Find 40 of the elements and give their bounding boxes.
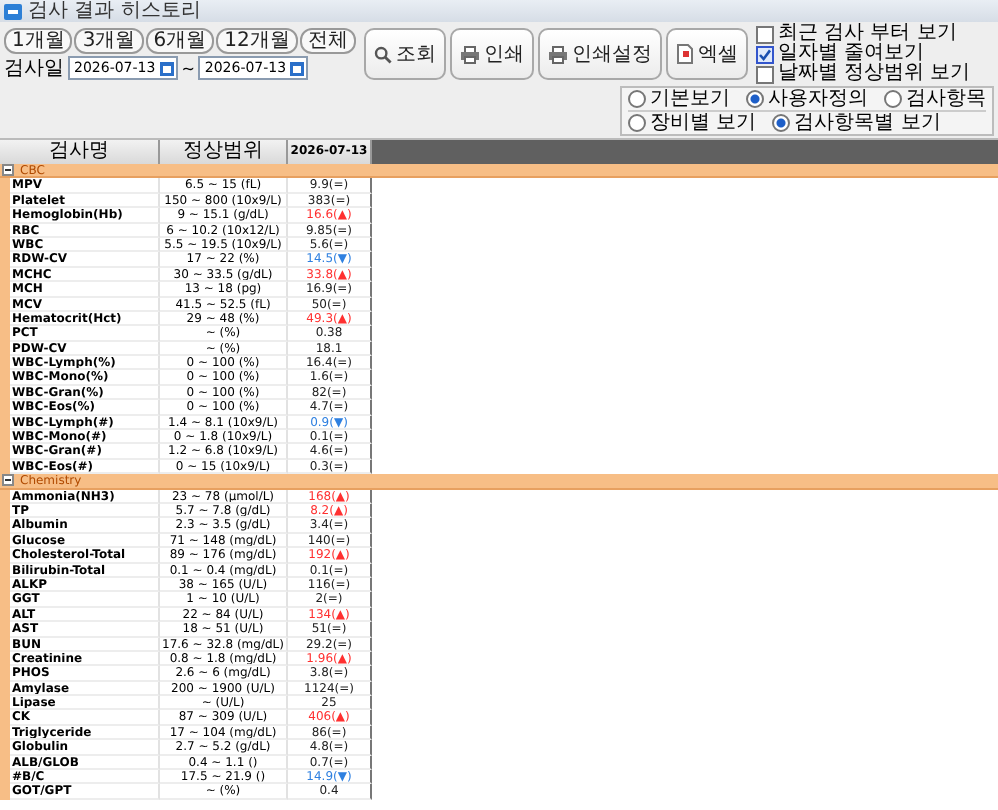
- period-button[interactable]: 3개월: [74, 28, 144, 54]
- period-button[interactable]: 전체: [299, 28, 356, 54]
- period-button[interactable]: 12개월: [216, 28, 298, 54]
- checkbox-label[interactable]: 최근 검사 부터 보기: [777, 24, 957, 44]
- checkbox[interactable]: [755, 65, 774, 83]
- collapse-icon[interactable]: [2, 164, 14, 177]
- column-header[interactable]: 검사명: [0, 140, 160, 164]
- collapse-icon[interactable]: [2, 474, 14, 487]
- period-button[interactable]: 6개월: [145, 28, 215, 54]
- search-icon: [373, 45, 392, 63]
- radio-label[interactable]: 기본보기: [650, 88, 730, 110]
- radio-button[interactable]: [628, 90, 646, 108]
- radio-button[interactable]: [884, 90, 902, 108]
- radio-button[interactable]: [772, 114, 791, 132]
- column-header[interactable]: 정상범위: [160, 140, 288, 164]
- printer-icon: [459, 45, 480, 63]
- document-icon: [675, 44, 694, 64]
- printer-icon: [547, 45, 568, 63]
- toolbar-button[interactable]: 조회: [363, 28, 446, 80]
- period-button[interactable]: 1개월: [4, 28, 73, 54]
- radio-label[interactable]: 검사항목: [906, 88, 986, 110]
- checkbox[interactable]: [755, 45, 774, 63]
- toolbar-button[interactable]: 엑셀: [665, 28, 748, 80]
- toolbar-button[interactable]: 인쇄설정: [537, 28, 662, 80]
- checkbox-label[interactable]: 날짜별 정상범위 보기: [777, 64, 971, 84]
- radio-button[interactable]: [746, 90, 764, 108]
- checkbox[interactable]: [755, 25, 774, 43]
- radio-button[interactable]: [628, 114, 646, 132]
- calendar-dropdown-icon[interactable]: [159, 61, 174, 75]
- app-icon: [4, 3, 22, 19]
- toolbar-button[interactable]: 인쇄: [449, 28, 534, 80]
- radio-label[interactable]: 검사항목별 보기: [794, 112, 941, 134]
- checkmark-icon: [757, 47, 772, 61]
- date-separator: ~: [181, 59, 195, 77]
- radio-label[interactable]: 장비별 보기: [650, 112, 757, 134]
- checkbox-label[interactable]: 일자별 줄여보기: [777, 44, 925, 64]
- radio-label[interactable]: 사용자정의: [768, 88, 868, 110]
- date-label: 검사일: [4, 57, 64, 79]
- calendar-dropdown-icon[interactable]: [290, 61, 305, 75]
- window-title: 검사 결과 히스토리: [28, 0, 201, 22]
